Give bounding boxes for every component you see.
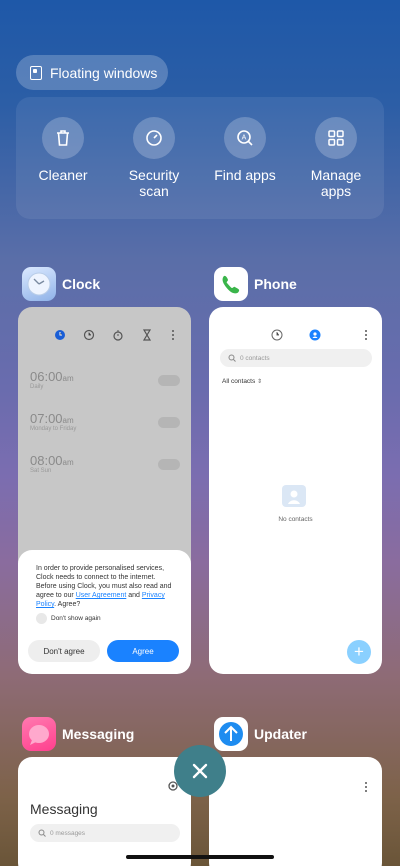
trash-icon	[42, 117, 84, 159]
alarm-repeat: Sat Sun	[30, 468, 52, 474]
search-icon	[228, 354, 236, 362]
alarm-toggle[interactable]	[158, 459, 180, 470]
alarm-ampm: am	[62, 374, 74, 383]
phone-app-header[interactable]: Phone	[214, 267, 297, 301]
messaging-app-name: Messaging	[62, 726, 135, 742]
updater-app-name: Updater	[254, 726, 307, 742]
cleaner-label: Cleaner	[38, 167, 88, 183]
floating-window-icon	[30, 65, 42, 80]
updater-card[interactable]	[209, 757, 382, 866]
alarm-item[interactable]: 06:00am Daily	[30, 369, 180, 390]
phone-tabs	[271, 329, 321, 341]
world-clock-tab-icon[interactable]	[83, 329, 95, 341]
security-scan-label: Security scan	[128, 167, 180, 199]
messages-search-input[interactable]: 0 messages	[30, 824, 180, 842]
more-icon[interactable]	[170, 329, 176, 341]
manage-apps-label: Manage apps	[310, 167, 362, 199]
messaging-title: Messaging	[30, 801, 98, 817]
alarm-ampm: am	[62, 416, 74, 425]
floating-windows-button[interactable]: Floating windows	[16, 55, 168, 90]
home-indicator[interactable]	[126, 855, 274, 859]
messages-search-placeholder: 0 messages	[50, 829, 86, 837]
timer-tab-icon[interactable]	[141, 329, 153, 341]
contacts-search-input[interactable]: 0 contacts	[220, 349, 372, 367]
phone-app-name: Phone	[254, 276, 297, 292]
manage-apps-button[interactable]: Manage apps	[291, 117, 381, 199]
agree-button[interactable]: Agree	[107, 640, 179, 662]
no-contacts-text: No contacts	[278, 516, 313, 523]
alarm-ampm: am	[62, 458, 74, 467]
close-all-button[interactable]	[174, 745, 226, 797]
messaging-card[interactable]: Messaging 0 messages	[18, 757, 191, 866]
contacts-search-placeholder: 0 contacts	[240, 354, 270, 362]
empty-contacts-icon	[282, 485, 306, 507]
messaging-app-icon	[22, 717, 56, 751]
alarm-item[interactable]: 07:00am Monday to Friday	[30, 411, 180, 432]
chevron-down-icon: ⇕	[257, 379, 263, 385]
alarm-repeat: Monday to Friday	[30, 426, 77, 432]
find-apps-button[interactable]: A Find apps	[200, 117, 290, 183]
clock-app-icon	[22, 267, 56, 301]
consent-text: In order to provide personalised service…	[36, 565, 172, 608]
recents-tab-icon[interactable]	[271, 329, 283, 341]
find-icon: A	[224, 117, 266, 159]
clock-app-header[interactable]: Clock	[22, 267, 100, 301]
cleaner-button[interactable]: Cleaner	[18, 117, 108, 183]
user-agreement-link[interactable]: User Agreement	[76, 592, 127, 599]
find-apps-label: Find apps	[214, 167, 276, 183]
contacts-filter-dropdown[interactable]: All contacts ⇕	[222, 378, 262, 385]
alarm-toggle[interactable]	[158, 417, 180, 428]
consent-dialog: In order to provide personalised service…	[18, 550, 191, 674]
stopwatch-tab-icon[interactable]	[112, 329, 124, 341]
alarm-toggle[interactable]	[158, 375, 180, 386]
clock-card[interactable]: 06:00am Daily 07:00am Monday to Friday 0…	[18, 307, 191, 674]
alarm-time: 06:00	[30, 369, 63, 384]
more-icon[interactable]	[363, 329, 369, 341]
clock-tabs	[54, 329, 176, 341]
messaging-app-header[interactable]: Messaging	[22, 717, 134, 751]
floating-windows-label: Floating windows	[50, 64, 158, 81]
security-icon	[133, 117, 175, 159]
alarm-tab-icon[interactable]	[54, 329, 66, 341]
grid-icon	[315, 117, 357, 159]
alarm-time: 07:00	[30, 411, 63, 426]
contacts-tab-icon[interactable]	[309, 329, 321, 341]
tools-panel: Cleaner Security scan A Find apps Manage…	[16, 97, 384, 219]
dont-agree-button[interactable]: Don't agree	[28, 640, 100, 662]
security-scan-button[interactable]: Security scan	[109, 117, 199, 199]
svg-text:A: A	[242, 135, 247, 142]
search-icon	[38, 829, 46, 837]
plus-icon: +	[354, 642, 364, 661]
phone-app-icon	[214, 267, 248, 301]
dont-show-again-label: Don't show again	[51, 615, 101, 622]
more-icon[interactable]	[363, 781, 369, 793]
dont-show-again-row[interactable]: Don't show again	[36, 613, 173, 624]
updater-app-icon	[214, 717, 248, 751]
alarm-item[interactable]: 08:00am Sat Sun	[30, 453, 180, 474]
close-icon	[192, 763, 208, 779]
alarm-time: 08:00	[30, 453, 63, 468]
add-contact-button[interactable]: +	[347, 640, 371, 664]
dont-show-again-checkbox[interactable]	[36, 613, 47, 624]
clock-app-name: Clock	[62, 276, 101, 292]
alarm-repeat: Daily	[30, 384, 44, 390]
contacts-filter-label: All contacts	[222, 378, 256, 385]
updater-app-header[interactable]: Updater	[214, 717, 307, 751]
phone-card[interactable]: 0 contacts All contacts ⇕ No contacts +	[209, 307, 382, 674]
